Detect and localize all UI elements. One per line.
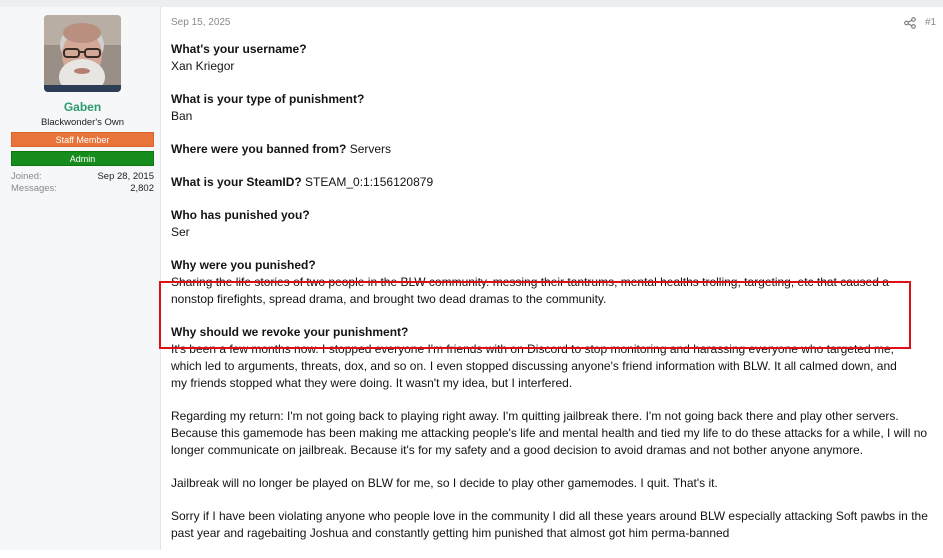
answer-steamid: STEAM_0:1:156120879 <box>301 175 434 189</box>
question-where: Where were you banned from? <box>171 142 347 156</box>
share-icon-svg <box>904 17 916 29</box>
question-steamid: What is your SteamID? <box>171 175 302 189</box>
answer-who: Ser <box>171 225 190 239</box>
question-username: What's your username? <box>171 42 307 56</box>
forum-post: Gaben Blackwonder's Own Staff Member Adm… <box>0 7 943 550</box>
question-punishment-type: What is your type of punishment? <box>171 92 365 106</box>
post-number-link[interactable]: #1 <box>925 17 936 28</box>
answer-why: Sharing the life stories of two people i… <box>171 275 889 306</box>
avatar[interactable] <box>44 15 121 92</box>
revoke-paragraph-3: Jailbreak will no longer be played on BL… <box>171 476 718 490</box>
share-icon[interactable] <box>904 16 916 29</box>
user-title: Blackwonder's Own <box>40 117 125 128</box>
revoke-paragraph-1: It's been a few months now. I stopped ev… <box>171 342 897 390</box>
staff-member-banner: Staff Member <box>11 132 154 147</box>
revoke-paragraph-4: Sorry if I have been violating anyone wh… <box>171 509 928 540</box>
top-bar <box>0 0 943 7</box>
answer-username: Xan Kriegor <box>171 59 235 73</box>
user-info-panel: Gaben Blackwonder's Own Staff Member Adm… <box>0 7 161 550</box>
answer-where: Servers <box>346 142 392 156</box>
joined-value: Sep 28, 2015 <box>97 171 154 182</box>
who-answer-block: Who has punished you? Ser <box>171 207 941 241</box>
question-who: Who has punished you? <box>171 208 310 222</box>
answer-punishment-type: Ban <box>171 109 193 123</box>
messages-label: Messages: <box>11 183 57 194</box>
avatar-image <box>44 15 121 92</box>
username-answer-block: What's your username? Xan Kriegor <box>171 41 941 75</box>
why-answer-block: Why were you punished? Sharing the life … <box>171 257 941 308</box>
question-revoke: Why should we revoke your punishment? <box>171 325 409 339</box>
question-why: Why were you punished? <box>171 258 316 272</box>
admin-banner: Admin <box>11 151 154 166</box>
where-answer-block: Where were you banned from? Servers <box>171 141 941 158</box>
revoke-paragraph-2: Regarding my return: I'm not going back … <box>171 409 928 457</box>
post-date[interactable]: Sep 15, 2025 <box>171 17 231 28</box>
steamid-answer-block: What is your SteamID? STEAM_0:1:15612087… <box>171 174 941 191</box>
username-link[interactable]: Gaben <box>0 100 165 114</box>
post-body: What's your username? Xan Kriegor What i… <box>159 41 941 558</box>
joined-label: Joined: <box>11 171 42 182</box>
message-content: Sep 15, 2025 #1 What's your username? Xa… <box>159 7 943 550</box>
messages-value[interactable]: 2,802 <box>130 183 154 194</box>
type-answer-block: What is your type of punishment? Ban <box>171 91 941 125</box>
